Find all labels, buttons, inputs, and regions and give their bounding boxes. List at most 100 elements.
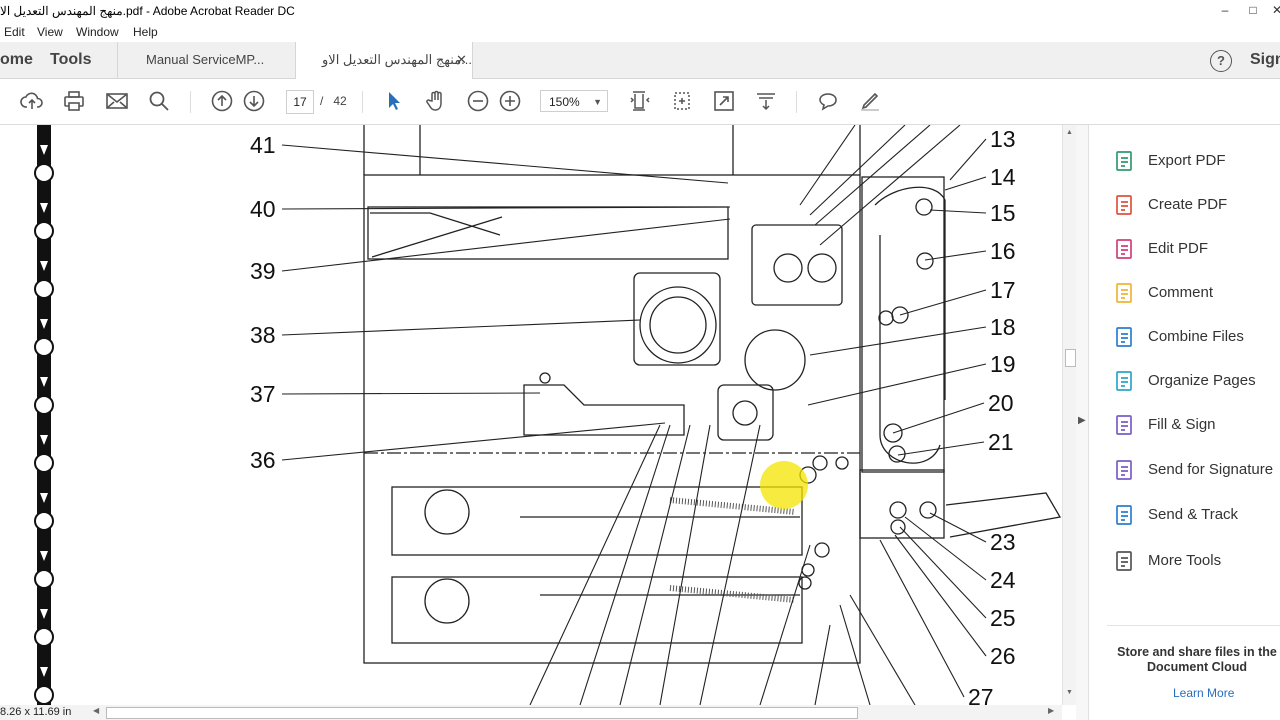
create-pdf-icon bbox=[1113, 193, 1137, 217]
chevron-down-icon: ▼ bbox=[593, 97, 602, 107]
panel-divider bbox=[1107, 625, 1280, 626]
tool-label: Create PDF bbox=[1148, 196, 1228, 213]
zoom-out-icon[interactable] bbox=[466, 89, 490, 113]
ornament-ring bbox=[34, 685, 54, 705]
tool-label: Organize Pages bbox=[1148, 372, 1256, 389]
email-icon[interactable] bbox=[105, 89, 129, 113]
menu-view[interactable]: View bbox=[37, 25, 63, 39]
callout-label: 38 bbox=[250, 322, 276, 348]
callout-label: 13 bbox=[990, 126, 1016, 152]
toolbar: 17 / 42 150% ▼ bbox=[0, 79, 1280, 125]
tool-export-pdf[interactable]: Export PDF bbox=[1089, 147, 1280, 175]
callout-leader bbox=[799, 125, 856, 206]
callout-leader bbox=[879, 539, 965, 698]
menu-window[interactable]: Window bbox=[76, 25, 119, 39]
vertical-scrollbar[interactable]: ▲ ▼ bbox=[1062, 125, 1077, 705]
page-total: / 42 bbox=[320, 94, 347, 108]
callout-leader bbox=[899, 289, 987, 316]
help-icon[interactable]: ? bbox=[1210, 50, 1232, 72]
document-view[interactable]: 41 40 39 38 37 36 13 14 15 16 17 18 19 20 21 23 24 25 26 27 bbox=[0, 125, 1062, 705]
zoom-select[interactable]: 150% ▼ bbox=[540, 90, 608, 112]
callout-label: 24 bbox=[990, 567, 1016, 593]
tool-label: Comment bbox=[1148, 284, 1214, 301]
tool-more-tools[interactable]: More Tools bbox=[1089, 547, 1280, 575]
scroll-right-icon[interactable]: ▶ bbox=[1048, 706, 1054, 715]
callout-label: 41 bbox=[250, 132, 276, 158]
doc-tab-label: Manual ServiceMP... bbox=[146, 52, 265, 67]
tool-label: Combine Files bbox=[1148, 328, 1244, 345]
scroll-down-icon[interactable]: ▼ bbox=[1066, 689, 1073, 696]
highlight-pen-icon[interactable] bbox=[858, 89, 882, 113]
tool-combine-files[interactable]: Combine Files bbox=[1089, 323, 1280, 351]
tool-send-signature[interactable]: Send for Signature bbox=[1089, 456, 1280, 484]
document-cloud-promo: Store and share files in the Document Cl… bbox=[1117, 645, 1277, 674]
tabs-bar: ome Tools Manual ServiceMP... منهج المهن… bbox=[0, 42, 1280, 79]
hand-tool-icon[interactable] bbox=[424, 89, 448, 113]
scrollbar-thumb[interactable] bbox=[1065, 349, 1076, 367]
callout-label: 27 bbox=[968, 684, 994, 705]
horizontal-scrollbar-thumb[interactable] bbox=[106, 707, 858, 719]
ornament-ring bbox=[34, 627, 54, 647]
cursor-highlight bbox=[760, 461, 808, 509]
tool-label: More Tools bbox=[1148, 552, 1222, 569]
next-page-icon[interactable] bbox=[242, 89, 266, 113]
tool-create-pdf[interactable]: Create PDF bbox=[1089, 191, 1280, 219]
tab-tools[interactable]: Tools bbox=[50, 42, 91, 78]
callout-label: 16 bbox=[990, 238, 1016, 264]
page-diagram: 41 40 39 38 37 36 13 14 15 16 17 18 19 20 21 23 24 25 26 27 bbox=[34, 125, 1062, 705]
callout-leader bbox=[281, 218, 731, 272]
search-icon[interactable] bbox=[147, 89, 171, 113]
export-pdf-icon bbox=[1113, 149, 1137, 173]
tool-label: Send & Track bbox=[1148, 506, 1239, 523]
previous-page-icon[interactable] bbox=[210, 89, 234, 113]
download-icon[interactable] bbox=[754, 89, 778, 113]
close-tab-icon[interactable]: ✕ bbox=[456, 42, 467, 78]
full-screen-icon[interactable] bbox=[712, 89, 736, 113]
tool-edit-pdf[interactable]: Edit PDF bbox=[1089, 235, 1280, 263]
callout-leader bbox=[814, 624, 831, 705]
callout-label: 39 bbox=[250, 258, 276, 284]
scroll-up-icon[interactable]: ▲ bbox=[1066, 129, 1073, 136]
minimize-icon[interactable]: – bbox=[1214, 2, 1236, 18]
print-icon[interactable] bbox=[62, 89, 86, 113]
chevron-right-icon: ▶ bbox=[1078, 415, 1086, 426]
comment-icon bbox=[1113, 281, 1137, 305]
ornament-ring bbox=[34, 395, 54, 415]
comment-tool-icon[interactable] bbox=[816, 89, 840, 113]
combine-files-icon bbox=[1113, 325, 1137, 349]
close-window-icon[interactable]: ✕ bbox=[1266, 2, 1280, 18]
callout-leader bbox=[892, 402, 985, 434]
callout-label: 15 bbox=[990, 200, 1016, 226]
callout-leader bbox=[894, 534, 987, 657]
callout-leader bbox=[897, 441, 985, 456]
menu-help[interactable]: Help bbox=[133, 25, 158, 39]
learn-more-link[interactable]: Learn More bbox=[1173, 686, 1234, 700]
callout-label: 21 bbox=[988, 429, 1014, 455]
tool-comment[interactable]: Comment bbox=[1089, 279, 1280, 307]
tool-organize-pages[interactable]: Organize Pages bbox=[1089, 367, 1280, 395]
zoom-in-icon[interactable] bbox=[498, 89, 522, 113]
panel-collapse-handle[interactable]: ▶ bbox=[1076, 125, 1089, 720]
callout-label: 17 bbox=[990, 277, 1016, 303]
doc-tab-active[interactable]: منهج المهندس التعديل الاو... ✕ bbox=[295, 42, 473, 79]
maximize-icon[interactable]: □ bbox=[1242, 2, 1264, 18]
scroll-left-icon[interactable]: ◀ bbox=[93, 706, 99, 715]
sign-in-button[interactable]: Sign bbox=[1250, 42, 1280, 78]
menu-edit[interactable]: Edit bbox=[4, 25, 25, 39]
upload-icon[interactable] bbox=[20, 89, 44, 113]
tab-home[interactable]: ome bbox=[0, 42, 33, 78]
page-number-input[interactable]: 17 bbox=[286, 90, 314, 114]
scroll-mode-icon[interactable] bbox=[670, 89, 694, 113]
callout-label: 36 bbox=[250, 447, 276, 473]
callout-leader bbox=[904, 516, 987, 581]
horizontal-scrollbar[interactable]: ◀ ▶ bbox=[90, 705, 1062, 720]
callout-leader bbox=[924, 250, 987, 261]
fit-page-icon[interactable] bbox=[628, 89, 652, 113]
callout-label: 14 bbox=[990, 164, 1016, 190]
tool-send-track[interactable]: Send & Track bbox=[1089, 501, 1280, 529]
tool-label: Edit PDF bbox=[1148, 240, 1209, 257]
doc-tab-manual[interactable]: Manual ServiceMP... bbox=[117, 42, 295, 78]
callout-leader bbox=[281, 422, 666, 461]
select-cursor-icon[interactable] bbox=[382, 89, 406, 113]
tool-fill-sign[interactable]: Fill & Sign bbox=[1089, 411, 1280, 439]
